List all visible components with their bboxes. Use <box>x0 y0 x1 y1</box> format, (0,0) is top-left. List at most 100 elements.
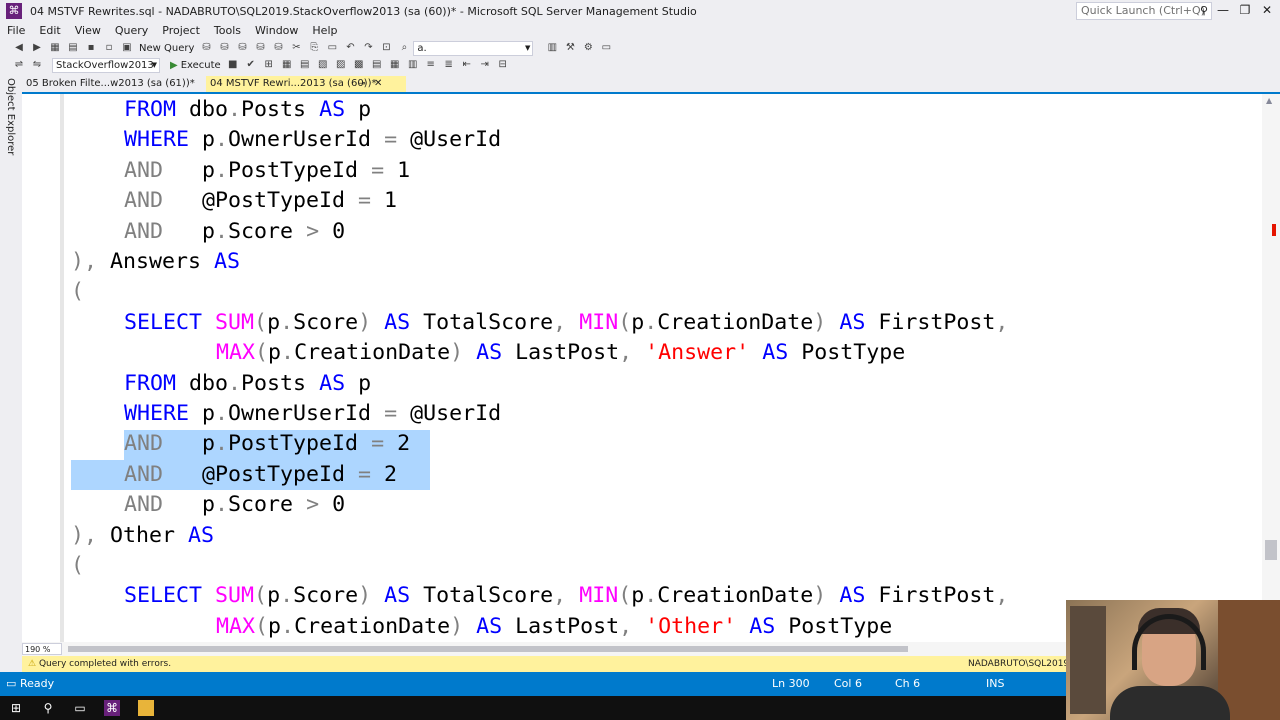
search-icon[interactable]: ⚲ <box>1200 3 1208 19</box>
code-line[interactable]: AND @PostTypeId = 1 <box>124 186 397 216</box>
search-icon[interactable]: ⚲ <box>40 700 56 716</box>
code-line[interactable]: SELECT SUM(p.Score) AS TotalScore, MIN(p… <box>124 581 1008 611</box>
save-all-icon[interactable]: ▫ <box>102 41 116 55</box>
specify-values-icon[interactable]: ⊟ <box>496 58 510 72</box>
properties-icon[interactable]: ⚒ <box>563 41 577 55</box>
code-line[interactable]: ), Other AS <box>71 521 214 551</box>
redo-icon[interactable]: ↷ <box>361 41 375 55</box>
menu-view[interactable]: View <box>68 22 108 40</box>
actual-plan-icon[interactable]: ▧ <box>316 58 330 72</box>
close-icon[interactable]: ✕ <box>374 76 382 92</box>
cut-icon[interactable]: ✂ <box>289 41 303 55</box>
code-line[interactable]: FROM dbo.Posts AS p <box>124 369 371 399</box>
task-view-icon[interactable]: ▭ <box>72 700 88 716</box>
chevron-down-icon[interactable]: ▼ <box>152 59 157 72</box>
vertical-scrollbar[interactable]: ▲ <box>1262 94 1280 642</box>
warning-icon: ⚠ <box>28 659 37 669</box>
code-line[interactable]: ( <box>71 277 84 307</box>
dmx-query-icon[interactable]: ⛁ <box>235 41 249 55</box>
estimated-plan-icon[interactable]: ⊞ <box>262 58 276 72</box>
tab-04-mstvf-rewrites[interactable]: 04 MSTVF Rewri...2013 (sa (60))* ⊸ ✕ <box>206 76 406 92</box>
code-line[interactable]: ( <box>71 551 84 581</box>
database-combo[interactable]: StackOverflow2013 ▼ <box>52 57 160 73</box>
menu-query[interactable]: Query <box>108 22 155 40</box>
new-query-icon[interactable]: ▣ <box>120 41 134 55</box>
mdx-query-icon[interactable]: ⛁ <box>217 41 231 55</box>
tab-05-broken-filter[interactable]: 05 Broken Filte...w2013 (sa (61))* <box>22 76 202 92</box>
paste-icon[interactable]: ▭ <box>325 41 339 55</box>
quick-launch-input[interactable]: Quick Launch (Ctrl+Q) ⚲ <box>1076 2 1212 20</box>
file-explorer-icon[interactable] <box>138 700 154 716</box>
find-combo[interactable]: a. ▼ <box>413 40 534 56</box>
solution-explorer-icon[interactable]: ▥ <box>545 41 559 55</box>
scroll-thumb[interactable] <box>1265 540 1277 560</box>
code-line[interactable]: AND p.PostTypeId = 1 <box>124 156 410 186</box>
undo-icon[interactable]: ↶ <box>343 41 357 55</box>
outdent-icon[interactable]: ⇤ <box>460 58 474 72</box>
code-line[interactable]: AND @PostTypeId = 2 <box>124 460 397 490</box>
code-line[interactable]: AND p.Score > 0 <box>124 490 345 520</box>
change-connection-icon[interactable]: ⇋ <box>30 58 44 72</box>
object-explorer-tab[interactable]: Object Explorer <box>5 78 16 155</box>
find-icon[interactable]: ⌕ <box>397 41 411 55</box>
open-file-icon[interactable]: ▤ <box>66 41 80 55</box>
db-query-icon[interactable]: ⛁ <box>199 41 213 55</box>
hscroll-thumb[interactable] <box>68 646 908 652</box>
code-line[interactable]: AND p.Score > 0 <box>124 217 345 247</box>
save-icon[interactable]: ▪ <box>84 41 98 55</box>
menu-project[interactable]: Project <box>155 22 207 40</box>
new-project-icon[interactable]: ▦ <box>48 41 62 55</box>
menu-tools[interactable]: Tools <box>207 22 248 40</box>
windows-start-icon[interactable]: ⊞ <box>8 700 24 716</box>
query-designer-icon[interactable]: ▦ <box>280 58 294 72</box>
parse-icon[interactable]: ✔ <box>244 58 258 72</box>
layout-icon[interactable]: ▭ <box>599 41 613 55</box>
uncomment-icon[interactable]: ≣ <box>442 58 456 72</box>
live-stats-icon[interactable]: ▨ <box>334 58 348 72</box>
code-line[interactable]: MAX(p.CreationDate) AS LastPost, 'Answer… <box>216 338 905 368</box>
comment-icon[interactable]: ≡ <box>424 58 438 72</box>
code-line[interactable]: WHERE p.OwnerUserId = @UserId <box>124 125 501 155</box>
maximize-button[interactable]: ❐ <box>1234 0 1256 20</box>
toolbox-icon[interactable]: ⚙ <box>581 41 595 55</box>
client-stats-icon[interactable]: ▩ <box>352 58 366 72</box>
debug-icon[interactable]: ⊡ <box>379 41 393 55</box>
code-line[interactable]: AND p.PostTypeId = 2 <box>124 429 410 459</box>
menu-edit[interactable]: Edit <box>32 22 67 40</box>
results-file-icon[interactable]: ▥ <box>406 58 420 72</box>
scroll-up-icon[interactable]: ▲ <box>1266 96 1272 105</box>
back-icon[interactable]: ◀ <box>12 41 26 55</box>
code-line[interactable]: FROM dbo.Posts AS p <box>124 95 371 125</box>
menu-file[interactable]: File <box>0 22 32 40</box>
code-line[interactable]: WHERE p.OwnerUserId = @UserId <box>124 399 501 429</box>
sql-code-editor[interactable]: FROM dbo.Posts AS p WHERE p.OwnerUserId =… <box>22 94 1262 642</box>
xmla-query-icon[interactable]: ⛁ <box>253 41 267 55</box>
ssms-taskbar-icon[interactable]: ⌘ <box>104 700 120 716</box>
results-text-icon[interactable]: ▤ <box>370 58 384 72</box>
ssms-app-icon[interactable]: ⌘ <box>6 3 22 19</box>
code-token: . <box>215 492 229 518</box>
zoom-combo[interactable]: 190 % <box>22 643 62 655</box>
pin-icon[interactable]: ⊸ <box>358 76 366 92</box>
close-window-button[interactable]: ✕ <box>1256 0 1278 20</box>
execute-button[interactable]: ▶ Execute <box>170 60 221 71</box>
indent-icon[interactable]: ⇥ <box>478 58 492 72</box>
chevron-down-icon[interactable]: ▼ <box>525 42 530 55</box>
code-line[interactable]: SELECT SUM(p.Score) AS TotalScore, MIN(p… <box>124 308 1008 338</box>
stop-icon[interactable]: ■ <box>226 58 240 72</box>
code-line[interactable]: ), Answers AS <box>71 247 240 277</box>
copy-icon[interactable]: ⎘ <box>307 41 321 55</box>
minimize-button[interactable]: — <box>1212 0 1234 20</box>
menu-help[interactable]: Help <box>305 22 344 40</box>
code-line[interactable]: MAX(p.CreationDate) AS LastPost, 'Other'… <box>216 612 892 642</box>
menu-window[interactable]: Window <box>248 22 305 40</box>
results-grid-icon[interactable]: ▦ <box>388 58 402 72</box>
new-query-button[interactable]: New Query <box>139 43 194 54</box>
connect-icon[interactable]: ⇌ <box>12 58 26 72</box>
intellisense-icon[interactable]: ▤ <box>298 58 312 72</box>
dax-query-icon[interactable]: ⛁ <box>271 41 285 55</box>
code-token: , <box>995 309 1009 335</box>
forward-icon[interactable]: ▶ <box>30 41 44 55</box>
